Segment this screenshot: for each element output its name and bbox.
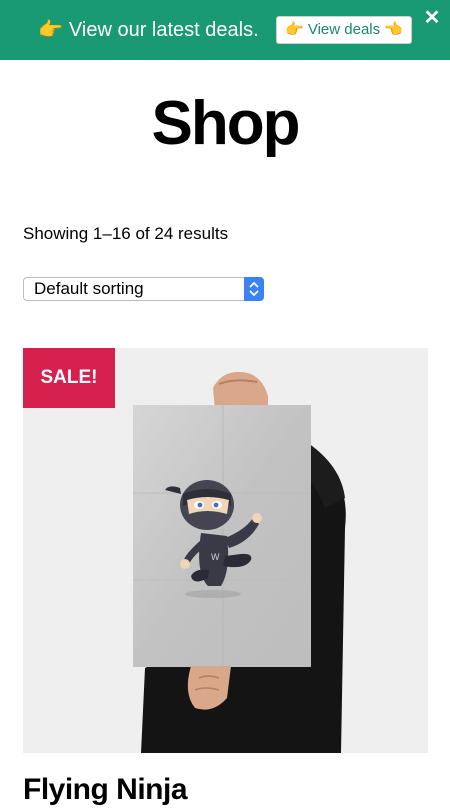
sale-badge: SALE! <box>23 348 115 408</box>
sort-selected-value: Default sorting <box>34 279 144 298</box>
pointing-hand-icon: 👉 <box>285 21 304 38</box>
banner-message-text: View our latest deals. <box>68 19 259 41</box>
ninja-poster-image: W <box>133 372 346 753</box>
page-title: Shop <box>151 89 301 158</box>
close-icon[interactable]: ✕ <box>422 8 442 28</box>
view-deals-label: View deals <box>307 21 381 38</box>
product-title[interactable]: Flying Ninja <box>23 772 188 808</box>
sort-select[interactable]: Default sorting <box>23 277 264 301</box>
pointing-hand-icon: 👉 <box>38 19 63 41</box>
chevron-up-down-icon <box>244 277 264 301</box>
pointing-hand-left-icon: 👈 <box>384 21 403 38</box>
view-deals-button[interactable]: 👉 View deals 👈 <box>276 16 412 44</box>
banner-message: 👉 View our latest deals. <box>38 16 259 44</box>
product-image[interactable]: W <box>23 348 428 753</box>
svg-text:W: W <box>211 552 220 562</box>
promo-banner: 👉 View our latest deals. 👉 View deals 👈 ✕ <box>0 0 450 60</box>
result-count: Showing 1–16 of 24 results <box>23 224 229 243</box>
